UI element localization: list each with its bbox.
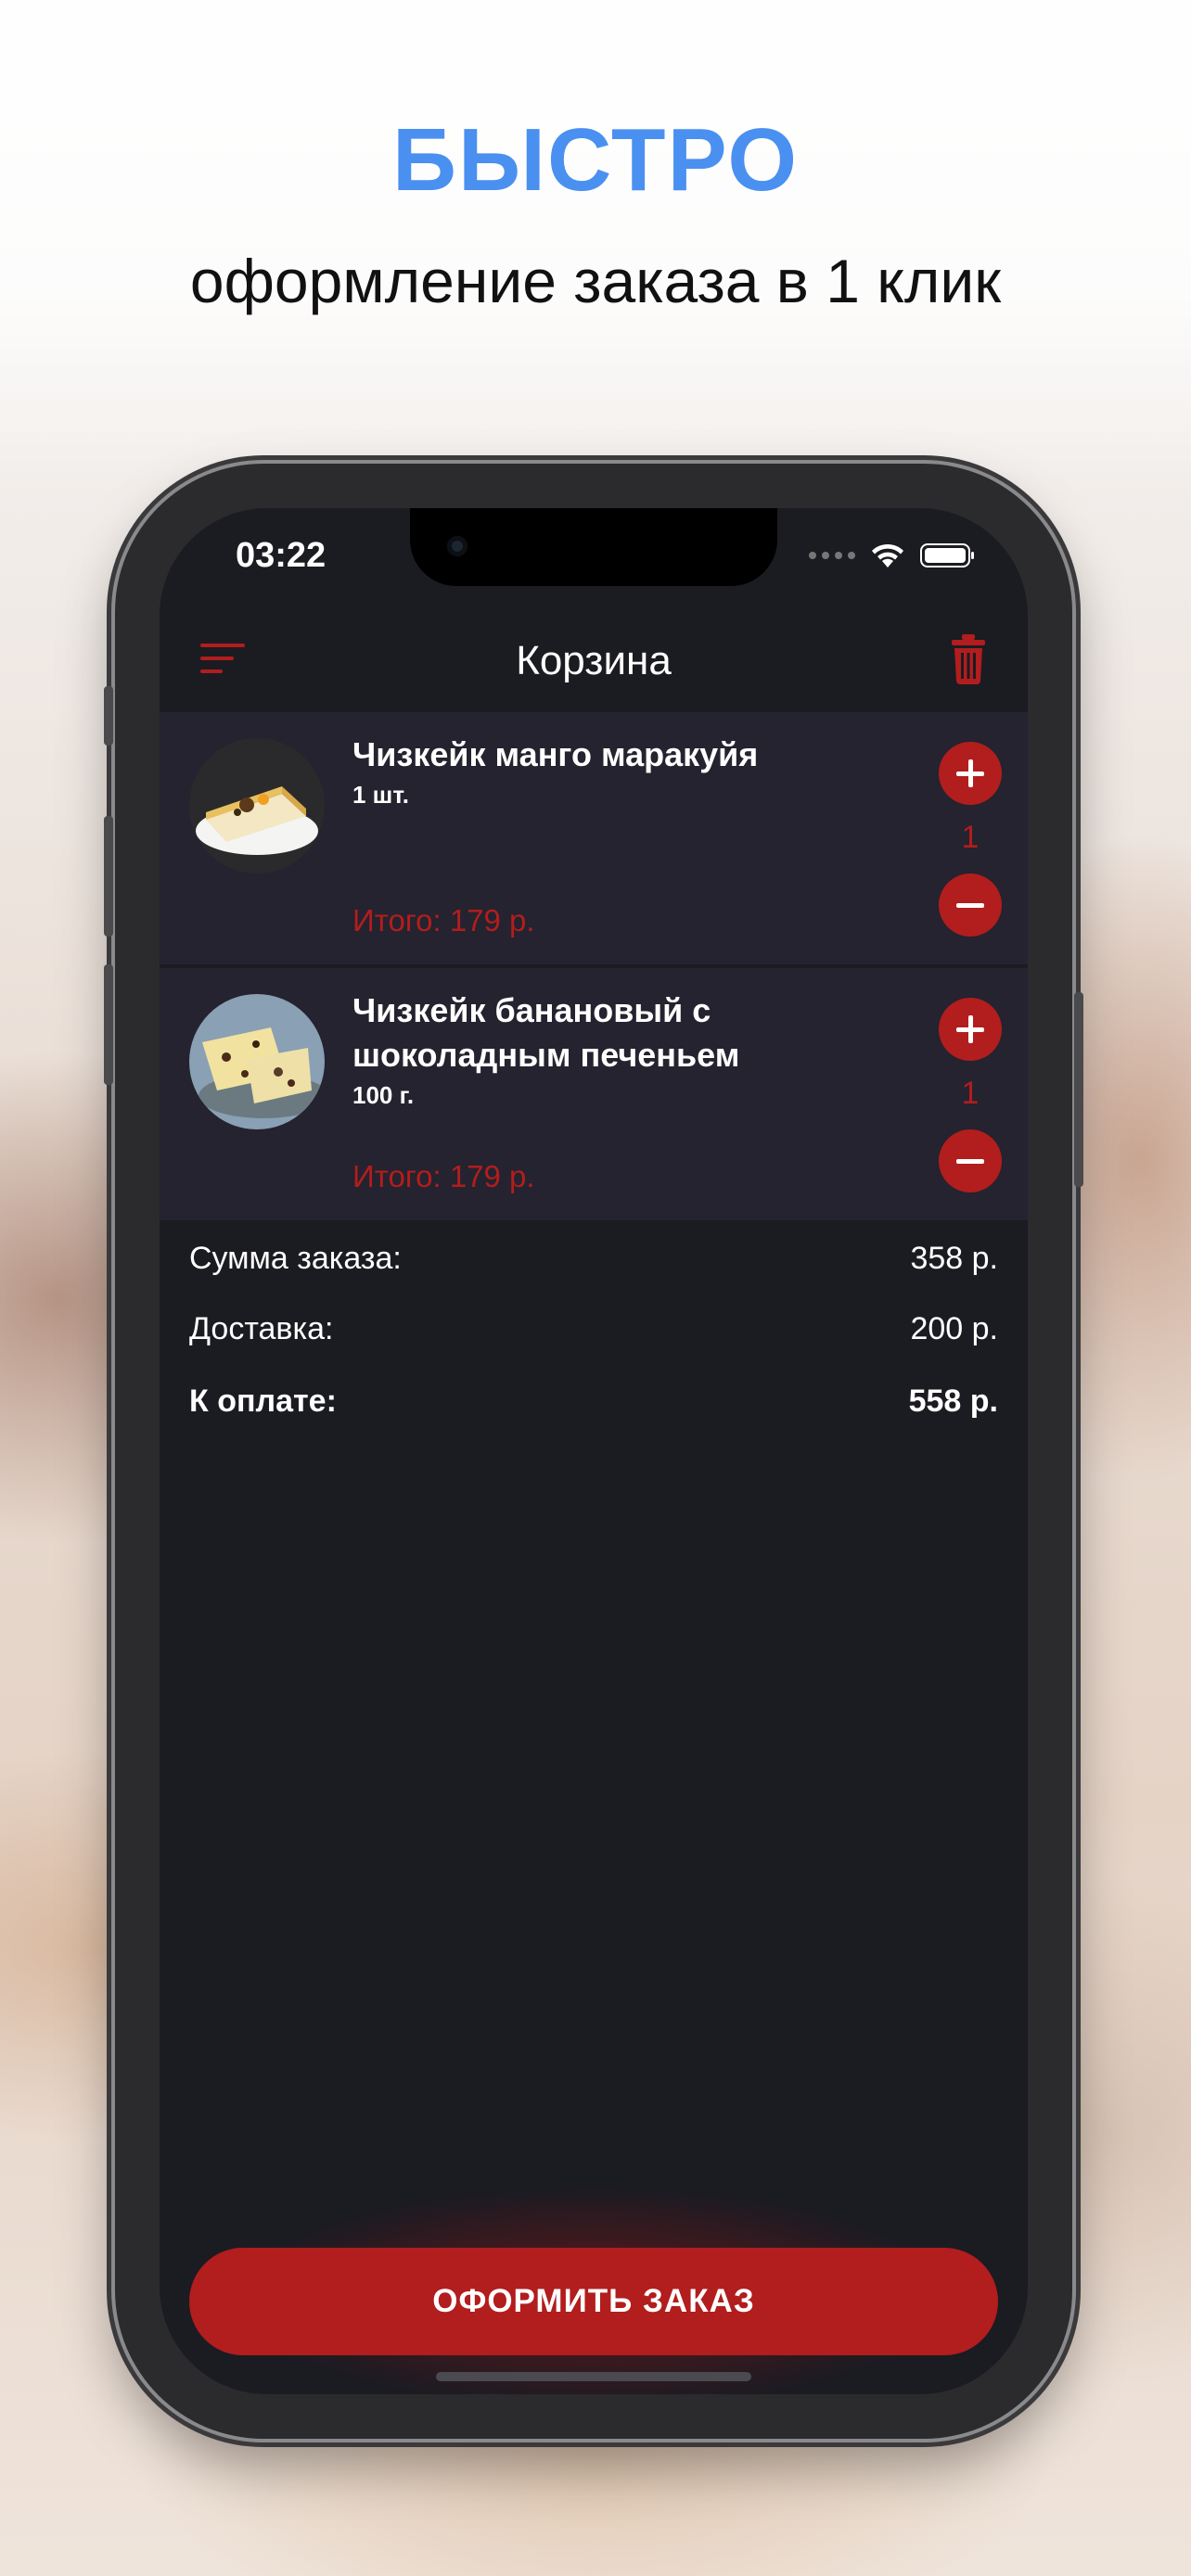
background-fade bbox=[0, 0, 1191, 482]
item-total: Итого: 179 р. bbox=[352, 903, 535, 937]
total-label: К оплате: bbox=[189, 1384, 337, 1419]
delivery-label: Доставка: bbox=[189, 1311, 334, 1346]
phone-screen: 03:22 Корзина Чизкейк манго маракуйя 1 ш… bbox=[160, 508, 1028, 2394]
phone-volume-up bbox=[104, 816, 113, 937]
item-portion: 1 шт. bbox=[352, 781, 410, 809]
promo-headline: БЫСТРО bbox=[392, 110, 799, 210]
decrease-quantity-button[interactable] bbox=[939, 1129, 1002, 1192]
cart-item: Чизкейк манго маракуйя 1 шт. Итого: 179 … bbox=[160, 712, 1028, 964]
wifi-icon bbox=[872, 543, 903, 567]
cart-item: Чизкейк банановый с шоколадным печеньем … bbox=[160, 966, 1028, 1220]
subtotal-label: Сумма заказа: bbox=[189, 1241, 402, 1276]
app-bar: Корзина bbox=[160, 610, 1028, 712]
phone-frame: 03:22 Корзина Чизкейк манго маракуйя 1 ш… bbox=[104, 464, 1083, 2439]
item-title: Чизкейк банановый с шоколадным печеньем bbox=[352, 991, 740, 1074]
item-quantity: 1 bbox=[961, 1076, 980, 1111]
delivery-value: 200 р. bbox=[910, 1311, 998, 1346]
checkout-button[interactable]: ОФОРМИТЬ ЗАКАЗ bbox=[189, 2248, 998, 2355]
front-camera bbox=[447, 536, 467, 556]
status-indicators bbox=[809, 542, 974, 569]
increase-quantity-button[interactable] bbox=[939, 742, 1002, 805]
phone-volume-down bbox=[104, 964, 113, 1085]
item-title: Чизкейк манго маракуйя bbox=[352, 735, 759, 773]
signal-icon bbox=[809, 552, 855, 559]
item-total: Итого: 179 р. bbox=[352, 1159, 535, 1193]
home-indicator[interactable] bbox=[436, 2372, 751, 2381]
item-quantity: 1 bbox=[961, 820, 980, 855]
increase-quantity-button[interactable] bbox=[939, 998, 1002, 1061]
page-title: Корзина bbox=[516, 638, 672, 683]
phone-power-button bbox=[1074, 992, 1083, 1187]
battery-icon bbox=[920, 543, 974, 567]
item-portion: 100 г. bbox=[352, 1081, 415, 1109]
phone-silent-switch bbox=[104, 686, 113, 746]
trash-icon[interactable] bbox=[950, 632, 987, 684]
product-image-banana-cheesecake bbox=[189, 994, 325, 1129]
status-time: 03:22 bbox=[236, 536, 327, 575]
decrease-quantity-button[interactable] bbox=[939, 874, 1002, 937]
total-value: 558 р. bbox=[908, 1384, 998, 1419]
notch bbox=[410, 508, 777, 586]
product-image-mango-cheesecake bbox=[189, 738, 325, 874]
subtotal-value: 358 р. bbox=[910, 1241, 998, 1276]
promo-subheadline: оформление заказа в 1 клик bbox=[189, 247, 1002, 315]
